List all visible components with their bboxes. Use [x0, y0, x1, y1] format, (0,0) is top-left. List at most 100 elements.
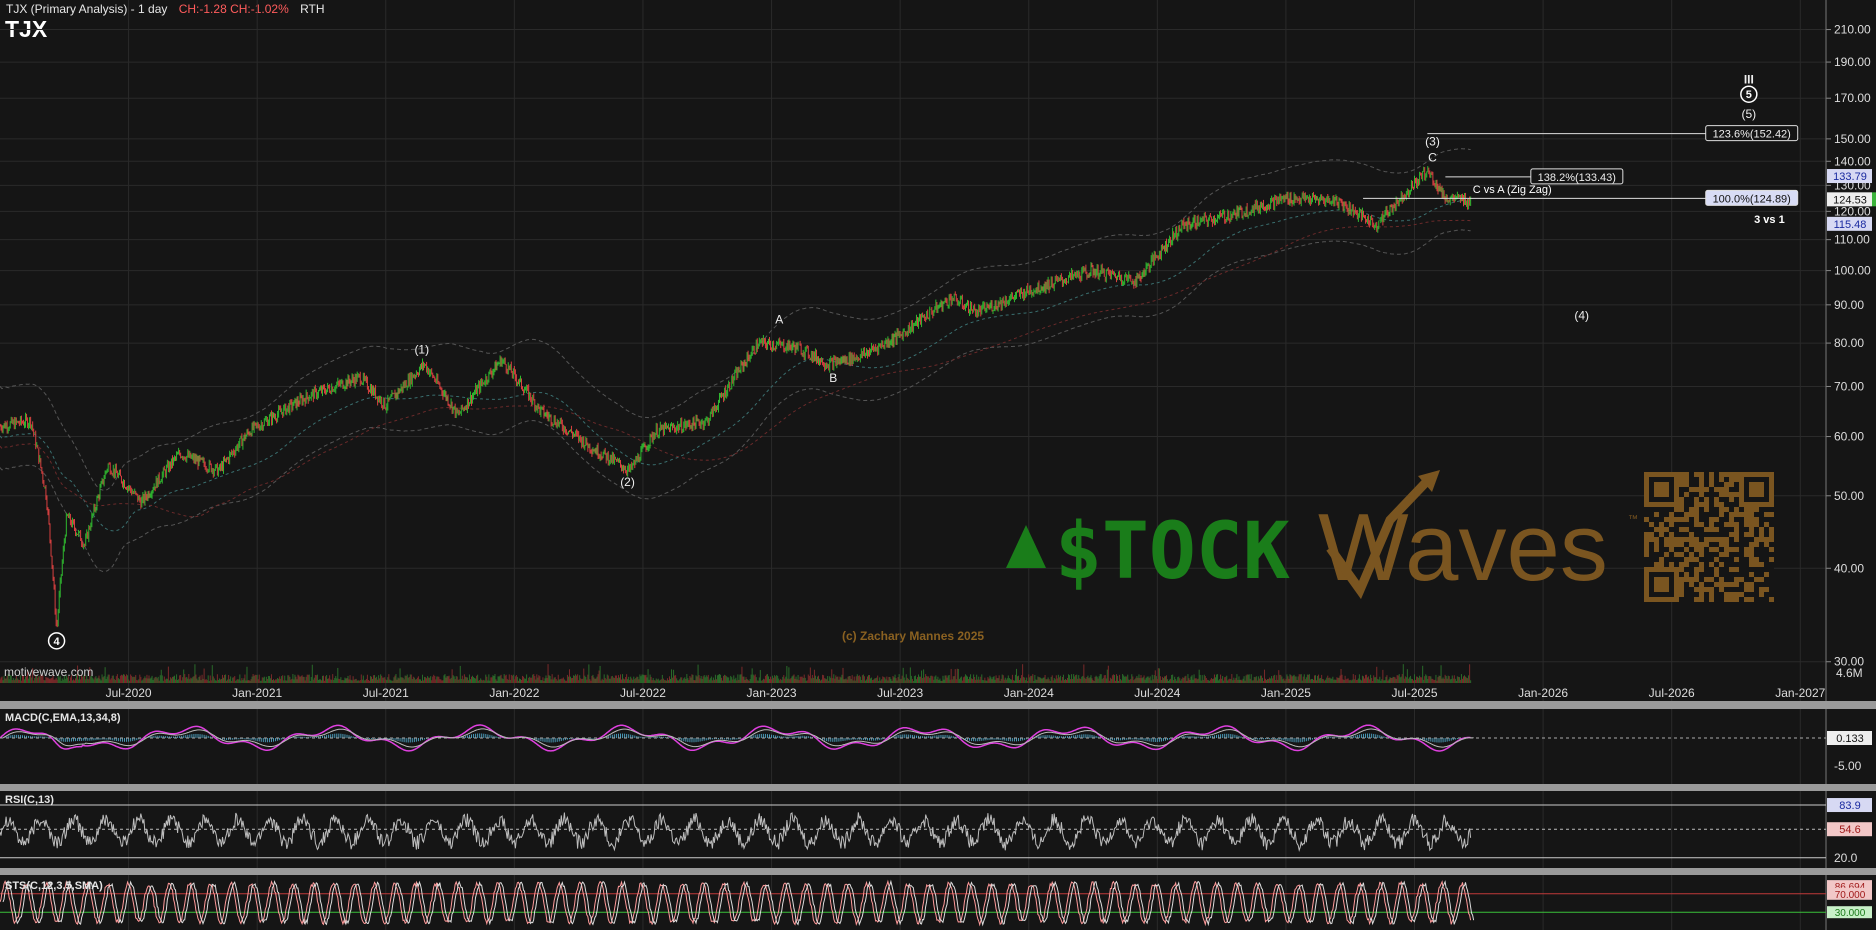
- qr-code-cell: [1694, 507, 1699, 512]
- qr-code-cell: [1664, 517, 1669, 522]
- qr-code-cell: [1749, 522, 1754, 527]
- panel-separator: [0, 784, 1876, 791]
- qr-finder-icon: [1749, 482, 1764, 497]
- qr-code-cell: [1724, 537, 1729, 542]
- qr-code-cell: [1714, 582, 1719, 587]
- qr-code-cell: [1729, 477, 1734, 482]
- qr-code-cell: [1719, 582, 1724, 587]
- y-tick-label: 90.00: [1834, 298, 1864, 312]
- qr-code-cell: [1644, 537, 1649, 542]
- wave-label: 4: [54, 636, 61, 648]
- qr-code-cell: [1694, 502, 1699, 507]
- qr-code-cell: [1749, 507, 1754, 512]
- qr-code-cell: [1654, 537, 1659, 542]
- qr-code-cell: [1749, 512, 1754, 517]
- qr-code-cell: [1709, 547, 1714, 552]
- qr-code-cell: [1739, 512, 1744, 517]
- qr-code-cell: [1764, 512, 1769, 517]
- qr-code-cell: [1749, 532, 1754, 537]
- qr-code-cell: [1684, 547, 1689, 552]
- qr-code-cell: [1759, 592, 1764, 597]
- qr-code-cell: [1694, 537, 1699, 542]
- wave-label: B: [829, 371, 837, 385]
- qr-code-cell: [1694, 572, 1699, 577]
- qr-code-cell: [1694, 472, 1699, 477]
- qr-code-cell: [1669, 542, 1674, 547]
- qr-code-cell: [1724, 582, 1729, 587]
- volume-value-label: 4.6M: [1836, 666, 1863, 680]
- y-tick-label: 210.00: [1834, 23, 1871, 37]
- qr-code-cell: [1704, 537, 1709, 542]
- qr-code-cell: [1684, 492, 1689, 497]
- qr-code-cell: [1744, 522, 1749, 527]
- fib-level-label: 123.6%(152.42): [1713, 129, 1791, 141]
- qr-code-cell: [1749, 587, 1754, 592]
- rsi-y-tick-label: 20.0: [1834, 851, 1858, 865]
- qr-code-cell: [1679, 497, 1684, 502]
- qr-code-cell: [1739, 592, 1744, 597]
- qr-code-cell: [1724, 522, 1729, 527]
- qr-code-cell: [1654, 542, 1659, 547]
- y-tick-label: 40.00: [1834, 561, 1864, 575]
- qr-code-cell: [1744, 552, 1749, 557]
- qr-code-cell: [1704, 502, 1709, 507]
- qr-code-cell: [1714, 567, 1719, 572]
- qr-code-cell: [1724, 507, 1729, 512]
- qr-code-cell: [1699, 552, 1704, 557]
- qr-code-cell: [1704, 487, 1709, 492]
- y-tick-label: 190.00: [1834, 55, 1871, 69]
- qr-code-cell: [1684, 477, 1689, 482]
- x-tick-label: Jul-2024: [1134, 686, 1180, 700]
- qr-code-cell: [1749, 547, 1754, 552]
- qr-code-cell: [1669, 517, 1674, 522]
- qr-code-cell: [1699, 482, 1704, 487]
- qr-code-cell: [1744, 547, 1749, 552]
- qr-code-cell: [1719, 472, 1724, 477]
- qr-code-cell: [1759, 577, 1764, 582]
- qr-code-cell: [1744, 532, 1749, 537]
- x-tick-label: Jan-2023: [747, 686, 797, 700]
- y-tick-label: 60.00: [1834, 430, 1864, 444]
- chart-canvas[interactable]: 210.00190.00170.00150.00140.00130.00120.…: [0, 0, 1876, 930]
- qr-code-cell: [1709, 592, 1714, 597]
- qr-code-cell: [1709, 597, 1714, 602]
- qr-code-cell: [1694, 557, 1699, 562]
- watermark-triangle-icon: [1006, 525, 1046, 568]
- wave-label: III: [1744, 72, 1754, 86]
- qr-code-cell: [1764, 522, 1769, 527]
- wave-label: (5): [1742, 107, 1757, 121]
- qr-code-cell: [1759, 527, 1764, 532]
- qr-code-cell: [1659, 532, 1664, 537]
- upper-band-line: [0, 148, 1471, 491]
- qr-code-cell: [1729, 582, 1734, 587]
- qr-code-cell: [1749, 582, 1754, 587]
- x-tick-label: Jul-2020: [106, 686, 152, 700]
- qr-code-cell: [1719, 507, 1724, 512]
- qr-code-cell: [1684, 482, 1689, 487]
- x-tick-label: Jul-2026: [1649, 686, 1695, 700]
- qr-code-cell: [1709, 477, 1714, 482]
- qr-code-cell: [1674, 542, 1679, 547]
- wave-label: (2): [620, 475, 635, 489]
- qr-code-cell: [1699, 477, 1704, 482]
- qr-code-cell: [1644, 552, 1649, 557]
- qr-code-cell: [1684, 472, 1689, 477]
- qr-code-cell: [1679, 517, 1684, 522]
- qr-code-cell: [1679, 472, 1684, 477]
- qr-code-cell: [1689, 577, 1694, 582]
- qr-code-cell: [1644, 542, 1649, 547]
- qr-code-cell: [1734, 512, 1739, 517]
- qr-code-cell: [1724, 472, 1729, 477]
- qr-code-cell: [1734, 557, 1739, 562]
- qr-code-cell: [1714, 527, 1719, 532]
- qr-code-cell: [1714, 487, 1719, 492]
- qr-code-cell: [1749, 572, 1754, 577]
- qr-code-cell: [1674, 552, 1679, 557]
- qr-code-cell: [1709, 472, 1714, 477]
- x-tick-label: Jan-2024: [1004, 686, 1054, 700]
- qr-code-cell: [1729, 497, 1734, 502]
- annotation-3vs1: 3 vs 1: [1754, 214, 1785, 226]
- qr-code-cell: [1734, 567, 1739, 572]
- qr-code-cell: [1699, 542, 1704, 547]
- qr-code-cell: [1724, 552, 1729, 557]
